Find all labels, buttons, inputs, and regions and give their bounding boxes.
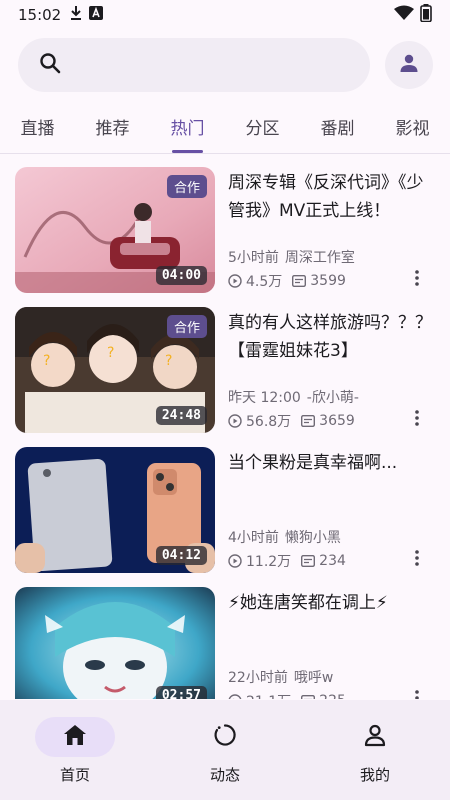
more-options-button[interactable] [408,550,426,570]
danmaku-count: 225 [319,693,346,699]
more-vert-icon [415,690,419,699]
svg-text:?: ? [107,345,114,361]
nav-item-profile[interactable]: 我的 [300,700,450,800]
tab-film[interactable]: 影视 [375,109,450,149]
account-button[interactable] [385,41,433,89]
video-thumbnail[interactable]: ? ? ? 合作 24:48 [15,307,215,433]
tab-hot[interactable]: 热门 [150,109,225,153]
video-meta: 4小时前 懒狗小黑 [228,527,341,547]
video-feed[interactable]: 合作 04:00 周深专辑《反深代词》《少管我》MV正式上线！ 5小时前 周深工作… [0,167,450,699]
battery-icon [420,4,432,26]
video-card[interactable]: 02:57 ⚡她连唐笑都在调上⚡ 22小时前哦呼w 21.1万 225 [0,587,450,699]
view-count: 21.1万 [246,691,291,699]
a-icon [89,6,104,24]
video-duration: 02:57 [155,686,207,699]
activity-icon [213,723,237,751]
nav-label-home: 首页 [59,766,90,784]
video-time: 5小时前 [228,250,279,266]
bottom-navigation: 首页 动态 我的 [0,700,450,800]
danmaku-count: 3659 [319,413,355,429]
search-row [0,38,450,92]
coop-badge: 合作 [166,175,207,198]
video-duration: 24:48 [155,406,207,425]
view-count: 11.2万 [246,554,292,570]
view-count: 56.8万 [246,414,292,430]
play-count-icon [228,694,242,699]
download-icon [69,5,83,25]
video-author[interactable]: -欣小萌- [307,390,359,406]
danmaku-count: 3599 [310,273,346,289]
video-stats: 11.2万 234 [228,551,346,571]
status-time: 15:02 [18,6,62,24]
video-time: 昨天 12:00 [228,390,301,406]
more-vert-icon [415,270,419,290]
video-author[interactable]: 周深工作室 [285,250,355,266]
nav-pill [185,717,265,757]
nav-pill [335,717,415,757]
video-meta: 22小时前 哦呼w [228,667,333,687]
svg-text:?: ? [43,353,50,369]
tab-zone[interactable]: 分区 [225,109,300,149]
search-icon[interactable] [38,51,62,79]
video-author[interactable]: 哦呼w [294,670,333,686]
video-stats: 4.5万 3599 [228,271,346,291]
status-bar: 15:02 [0,0,450,30]
video-title[interactable]: ⚡她连唐笑都在调上⚡ [228,589,438,617]
video-thumbnail[interactable]: 04:12 [15,447,215,573]
danmaku-icon [301,555,316,567]
category-tabs: 直播 推荐 热门 分区 番剧 影视 [0,106,450,153]
tab-recommend[interactable]: 推荐 [75,109,150,149]
video-duration: 04:00 [155,266,207,285]
danmaku-count: 234 [319,553,346,569]
nav-item-home[interactable]: 首页 [0,700,150,800]
video-meta: 5小时前 周深工作室 [228,247,355,267]
view-count: 4.5万 [246,274,283,290]
video-title[interactable]: 真的有人这样旅游吗？？？【雷霆姐妹花3】 [228,309,438,365]
more-vert-icon [415,410,419,430]
more-options-button[interactable] [408,410,426,430]
video-title[interactable]: 当个果粉是真幸福啊... [228,449,438,477]
search-input[interactable] [74,56,354,74]
more-options-button[interactable] [408,270,426,290]
home-icon [63,724,87,750]
video-duration: 04:12 [155,546,207,565]
video-thumbnail[interactable]: 合作 04:00 [15,167,215,293]
svg-text:?: ? [165,353,172,369]
video-stats: 56.8万 3659 [228,411,355,431]
tab-anime[interactable]: 番剧 [300,109,375,149]
nav-item-activity[interactable]: 动态 [150,700,300,800]
coop-badge: 合作 [166,315,207,338]
video-time: 4小时前 [228,530,279,546]
nav-active-indicator [35,717,115,757]
danmaku-icon [301,415,316,427]
profile-icon [363,723,387,751]
video-time: 22小时前 [228,670,288,686]
account-icon [398,52,420,78]
wifi-icon [394,5,414,25]
nav-label-activity: 动态 [209,766,240,784]
video-card[interactable]: ? ? ? 合作 24:48 真的有人这样旅游吗？？？【雷霆姐妹花3】 昨天 1… [0,307,450,433]
danmaku-icon [301,695,316,699]
video-meta: 昨天 12:00 -欣小萌- [228,387,359,407]
play-count-icon [228,274,242,288]
video-author[interactable]: 懒狗小黑 [285,530,341,546]
nav-label-profile: 我的 [359,766,390,784]
video-card[interactable]: 04:12 当个果粉是真幸福啊... 4小时前 懒狗小黑 11.2万 234 [0,447,450,573]
danmaku-icon [292,275,307,287]
more-vert-icon [415,550,419,570]
play-count-icon [228,554,242,568]
more-options-button[interactable] [408,690,426,699]
video-card[interactable]: 合作 04:00 周深专辑《反深代词》《少管我》MV正式上线！ 5小时前 周深工作… [0,167,450,293]
search-bar[interactable] [18,38,370,92]
tab-live[interactable]: 直播 [0,109,75,149]
tabs-divider [0,153,450,154]
video-title[interactable]: 周深专辑《反深代词》《少管我》MV正式上线！ [228,169,438,225]
play-count-icon [228,414,242,428]
video-stats: 21.1万 225 [228,691,346,699]
video-thumbnail[interactable]: 02:57 [15,587,215,699]
